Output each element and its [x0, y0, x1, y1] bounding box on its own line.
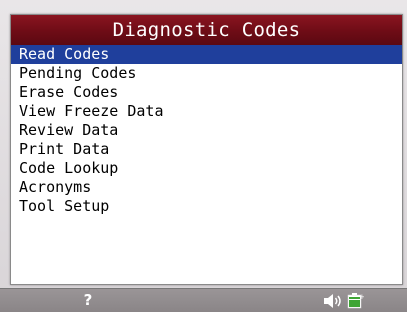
help-button[interactable]: ? — [78, 290, 98, 310]
menu-item-view-freeze-data[interactable]: View Freeze Data — [11, 102, 402, 121]
main-menu: Read Codes Pending Codes Erase Codes Vie… — [11, 45, 402, 216]
display-screen: Diagnostic Codes Read Codes Pending Code… — [10, 14, 403, 285]
menu-item-read-codes[interactable]: Read Codes — [11, 45, 402, 64]
menu-item-review-data[interactable]: Review Data — [11, 121, 402, 140]
menu-item-code-lookup[interactable]: Code Lookup — [11, 159, 402, 178]
menu-item-erase-codes[interactable]: Erase Codes — [11, 83, 402, 102]
svg-text:+: + — [359, 293, 364, 301]
menu-item-pending-codes[interactable]: Pending Codes — [11, 64, 402, 83]
menu-item-acronyms[interactable]: Acronyms — [11, 178, 402, 197]
page-title: Diagnostic Codes — [11, 15, 402, 45]
menu-item-tool-setup[interactable]: Tool Setup — [11, 197, 402, 216]
speaker-icon[interactable] — [322, 292, 344, 310]
scan-tool-device: Diagnostic Codes Read Codes Pending Code… — [0, 0, 407, 312]
status-bar: ? + — [0, 288, 407, 312]
menu-item-print-data[interactable]: Print Data — [11, 140, 402, 159]
battery-icon: + — [346, 292, 365, 310]
